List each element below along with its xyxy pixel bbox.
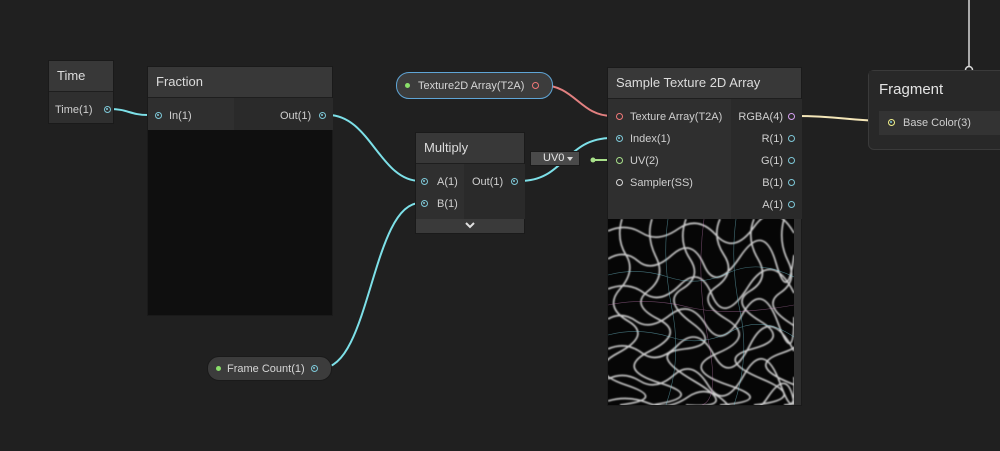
sample-output-b-label: B(1) (762, 177, 783, 189)
sample-output-r-dot[interactable] (788, 135, 795, 142)
sample-input-texture-array-dot[interactable] (616, 113, 623, 120)
sample-output-rgba-dot[interactable] (788, 113, 795, 120)
texture-array-indicator (405, 83, 410, 88)
sample-output-g-port[interactable]: G(1) (737, 152, 797, 170)
multiply-node-title: Multiply (416, 133, 524, 164)
multiply-input-b-dot[interactable] (421, 200, 428, 207)
sample-input-sampler-port[interactable]: Sampler(SS) (615, 174, 693, 192)
sample-input-uv-port[interactable]: UV(2) (615, 152, 659, 170)
time-node[interactable]: Time Time(1) (48, 60, 114, 124)
fragment-node-title: Fragment (869, 71, 1000, 107)
sample-input-texture-array-port[interactable]: Texture Array(T2A) (615, 108, 722, 126)
sample-node-title: Sample Texture 2D Array (608, 68, 801, 99)
multiply-input-a-port[interactable]: A(1) (420, 173, 458, 191)
sample-input-uv-label: UV(2) (630, 155, 659, 167)
multiply-output-dot[interactable] (511, 178, 518, 185)
multiply-expand-bar[interactable] (416, 219, 524, 233)
sample-output-r-label: R(1) (761, 133, 783, 145)
frame-count-label: Frame Count(1) (227, 363, 305, 375)
sample-output-b-dot[interactable] (788, 179, 795, 186)
sample-input-sampler-dot[interactable] (616, 179, 623, 186)
sample-input-sampler-label: Sampler(SS) (630, 177, 693, 189)
multiply-input-b-port[interactable]: B(1) (420, 195, 458, 213)
texture-array-label: Texture2D Array(T2A) (418, 80, 525, 92)
multiply-input-a-dot[interactable] (421, 178, 428, 185)
sample-output-b-port[interactable]: B(1) (737, 174, 797, 192)
chevron-down-icon[interactable] (465, 222, 475, 230)
fraction-input-label: In(1) (169, 110, 192, 122)
fragment-input-basecolor-port[interactable]: Base Color(3) (887, 114, 971, 132)
sample-output-g-dot[interactable] (788, 157, 795, 164)
texture-array-property[interactable]: Texture2D Array(T2A) (396, 72, 553, 99)
sample-texture-2d-array-node[interactable]: Sample Texture 2D Array Texture Array(T2… (607, 67, 802, 406)
fraction-output-dot[interactable] (319, 112, 326, 119)
sample-output-rgba-label: RGBA(4) (738, 111, 783, 123)
uv-channel-value: UV0 (543, 152, 565, 164)
uv-channel-dropdown[interactable]: UV0 (530, 151, 580, 166)
time-output-dot[interactable] (104, 106, 111, 113)
fraction-input-port[interactable]: In(1) (154, 107, 192, 125)
sample-input-texture-array-label: Texture Array(T2A) (630, 111, 723, 123)
fraction-input-dot[interactable] (155, 112, 162, 119)
fragment-input-basecolor-dot[interactable] (888, 119, 895, 126)
multiply-output-port[interactable]: Out(1) (472, 173, 522, 191)
fraction-output-port[interactable]: Out(1) (280, 107, 330, 125)
wire-fraction-to-multiply-a (327, 114, 421, 182)
time-output-port[interactable]: Time(1) (55, 101, 113, 119)
dropdown-caret-icon (567, 157, 573, 161)
time-output-label: Time(1) (55, 104, 93, 116)
frame-count-property[interactable]: Frame Count(1) (207, 356, 332, 381)
wire-framecount-to-multiply-b (321, 202, 421, 369)
sample-texture-preview (608, 219, 794, 405)
fraction-node[interactable]: Fraction In(1) Out(1) (147, 66, 333, 316)
fragment-input-basecolor-label: Base Color(3) (903, 117, 971, 129)
multiply-node[interactable]: Multiply A(1) B(1) Out(1) (415, 132, 525, 234)
multiply-input-b-label: B(1) (437, 198, 458, 210)
sample-output-r-port[interactable]: R(1) (737, 130, 797, 148)
frame-count-output-dot[interactable] (311, 365, 318, 372)
texture-array-output-dot[interactable] (532, 82, 539, 89)
sample-output-rgba-port[interactable]: RGBA(4) (737, 108, 797, 126)
wire-time-to-fraction (109, 108, 149, 116)
sample-input-index-label: Index(1) (630, 133, 671, 145)
time-node-title: Time (49, 61, 113, 92)
sample-input-index-dot[interactable] (616, 135, 623, 142)
sample-input-uv-dot[interactable] (616, 157, 623, 164)
sample-output-a-label: A(1) (762, 199, 783, 211)
sample-output-a-dot[interactable] (788, 201, 795, 208)
multiply-output-label: Out(1) (472, 176, 504, 188)
sample-input-index-port[interactable]: Index(1) (615, 130, 670, 148)
sample-output-g-label: G(1) (761, 155, 783, 167)
frame-count-indicator (216, 366, 221, 371)
fraction-preview (148, 130, 332, 315)
multiply-input-a-label: A(1) (437, 176, 458, 188)
sample-output-a-port[interactable]: A(1) (737, 196, 797, 214)
fraction-output-label: Out(1) (280, 110, 312, 122)
fragment-node[interactable]: Fragment Base Color(3) (868, 70, 1000, 150)
fraction-node-title: Fraction (148, 67, 332, 98)
